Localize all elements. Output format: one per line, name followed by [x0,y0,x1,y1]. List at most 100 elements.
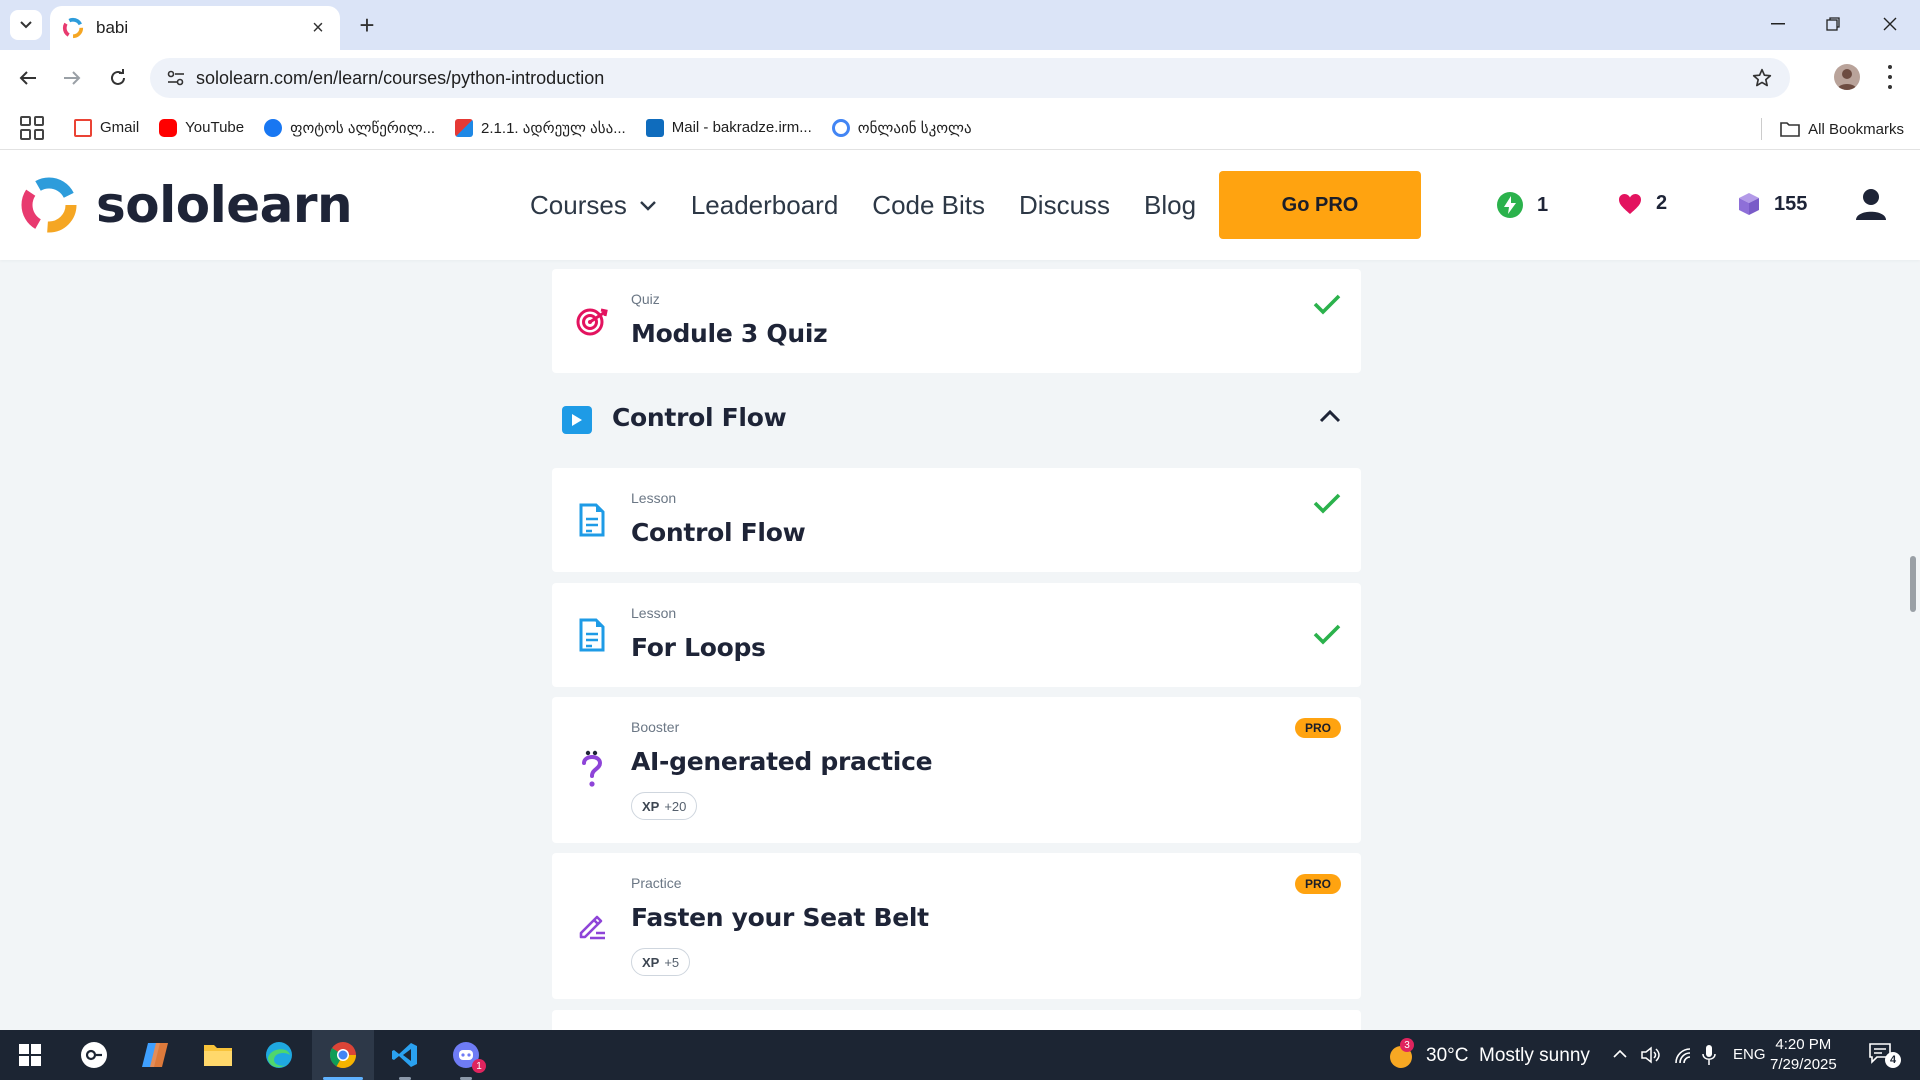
search-icon [81,1042,107,1068]
gmail-icon [74,118,92,137]
bookmark-online-school[interactable]: ონლაინ სკოლა [831,118,972,137]
url-text: sololearn.com/en/learn/courses/python-in… [196,67,605,88]
apps-grid-icon[interactable] [20,115,44,140]
all-bookmarks-label: All Bookmarks [1808,120,1904,138]
restore-button[interactable] [1813,8,1853,40]
browser-tab-strip: babi × + [0,0,1920,50]
tab-search-button[interactable] [10,10,42,40]
bookmarks-bar: Gmail YouTube ფოტოს ალწერილ... 2.1.1. ად… [0,106,1920,150]
wifi-icon[interactable] [1672,1045,1694,1065]
page-scrollbar[interactable] [1910,556,1916,612]
bookmark-label: Gmail [100,119,140,136]
nav-courses-label: Courses [530,190,627,220]
sololearn-favicon-icon [62,17,84,39]
vscode-button[interactable] [387,1037,423,1073]
tab-close-icon[interactable]: × [308,17,328,39]
next-item-card[interactable] [552,1010,1361,1030]
bookmark-label: YouTube [185,119,245,136]
item-kind: Lesson [631,490,677,506]
booster-card[interactable]: Booster AI-generated practice PRO XP +20 [552,697,1361,843]
hearts-counter[interactable]: 2 [1618,192,1667,215]
user-menu-button[interactable] [1856,188,1886,225]
nav-code-bits[interactable]: Code Bits [872,190,985,221]
nav-courses[interactable]: Courses [530,190,657,221]
bookmark-outlook[interactable]: Mail - bakradze.irm... [645,118,812,137]
clock-date: 7/29/2025 [1770,1056,1837,1073]
practice-card[interactable]: Practice Fasten your Seat Belt PRO XP +5 [552,853,1361,999]
back-button[interactable] [12,62,44,94]
chevron-down-icon [20,21,32,29]
weather-text: 30°C Mostly sunny [1426,1045,1590,1066]
lesson-card[interactable]: Lesson For Loops [552,583,1361,687]
lightning-icon [1497,192,1523,218]
sololearn-logo[interactable]: sololearn [18,174,353,236]
lesson-document-icon [574,617,610,653]
xp-value: +20 [664,798,687,814]
nav-leaderboard[interactable]: Leaderboard [691,190,838,221]
pro-badge: PRO [1295,874,1341,894]
pro-badge: PRO [1295,718,1341,738]
xp-value: +5 [664,954,680,970]
copilot-button[interactable] [137,1037,173,1073]
heart-icon [1619,193,1641,214]
notification-count: 4 [1885,1052,1901,1068]
forward-arrow-icon [64,71,81,85]
microphone-icon[interactable] [1702,1044,1716,1066]
chrome-button[interactable] [325,1037,361,1073]
bookmark-label: Mail - bakradze.irm... [671,119,812,136]
search-taskbar-button[interactable] [76,1037,112,1073]
reload-button[interactable] [102,62,134,94]
lesson-document-icon [574,502,610,538]
nav-blog[interactable]: Blog [1144,190,1196,221]
bits-counter[interactable]: 155 [1738,192,1807,216]
bookmark-facebook[interactable]: ფოტოს ალწერილ... [264,118,435,137]
lesson-card[interactable]: Lesson Control Flow [552,468,1361,572]
divider [1761,118,1763,140]
go-pro-button[interactable]: Go PRO [1219,171,1421,239]
notification-center-button[interactable]: 4 [1868,1042,1901,1070]
browser-tab[interactable]: babi × [50,6,340,50]
file-explorer-button[interactable] [200,1037,236,1073]
discord-button[interactable]: 1 [448,1037,486,1073]
question-mark-icon [574,750,610,787]
item-kind: Practice [631,875,682,891]
edge-button[interactable] [261,1037,297,1073]
xp-chip: XP +5 [631,948,691,976]
item-kind: Lesson [631,605,677,621]
bookmark-youtube[interactable]: YouTube [159,118,245,137]
item-title: For Loops [631,633,766,662]
bookmark-document[interactable]: 2.1.1. ადრეულ ასა... [455,118,626,137]
chrome-icon [329,1042,357,1069]
chevron-down-icon [639,200,656,211]
reload-icon [111,69,125,85]
close-icon [1883,17,1897,31]
profile-avatar[interactable] [1834,64,1860,90]
youtube-icon [159,118,178,137]
bookmark-star-icon[interactable] [1752,68,1772,93]
volume-icon[interactable] [1640,1045,1662,1065]
section-title: Control Flow [612,403,787,432]
clock[interactable]: 4:20 PM 7/29/2025 [1770,1035,1837,1075]
bookmark-gmail[interactable]: Gmail [74,118,140,137]
minimize-button[interactable] [1758,8,1798,40]
chevron-up-icon[interactable] [1319,409,1341,423]
streak-counter[interactable]: 1 [1497,192,1548,218]
windows-logo-icon [19,1044,41,1066]
language-indicator[interactable]: ENG [1733,1046,1766,1063]
site-settings-icon[interactable] [156,70,196,86]
weather-widget[interactable]: 3 30°C Mostly sunny [1388,1038,1590,1070]
all-bookmarks-button[interactable]: All Bookmarks [1761,118,1904,140]
new-tab-button[interactable]: + [352,10,382,40]
close-window-button[interactable] [1870,8,1910,40]
section-header-control-flow[interactable]: Control Flow [552,395,1361,445]
quiz-card[interactable]: Quiz Module 3 Quiz [552,269,1361,373]
target-icon [574,303,610,339]
nav-discuss[interactable]: Discuss [1019,190,1110,221]
chevron-up-icon[interactable] [1612,1049,1628,1059]
address-bar[interactable]: sololearn.com/en/learn/courses/python-in… [150,58,1790,98]
weather-sun-icon: 3 [1388,1038,1416,1070]
item-kind: Booster [631,719,680,735]
browser-menu-button[interactable] [1882,62,1898,92]
start-button[interactable] [12,1037,48,1073]
forward-button[interactable] [56,62,88,94]
